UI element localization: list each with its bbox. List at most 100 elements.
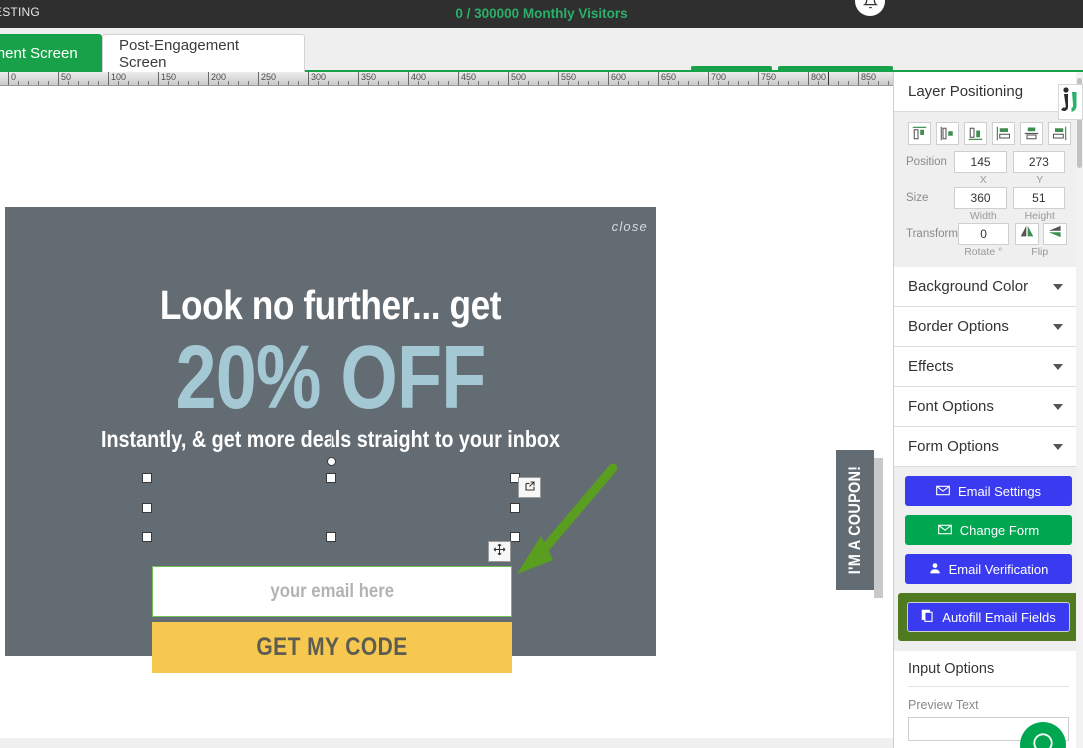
selection-handle-bottom-center[interactable] xyxy=(326,532,336,542)
section-form-options[interactable]: Form Options xyxy=(894,427,1083,467)
design-canvas[interactable]: close Look no further... get 20% OFF Ins… xyxy=(0,86,893,748)
email-settings-button[interactable]: Email Settings xyxy=(905,476,1072,506)
ruler-minor-tick xyxy=(218,81,219,85)
ruler-minor-tick xyxy=(698,81,699,85)
ruler-minor-tick xyxy=(428,81,429,85)
coupon-popup[interactable]: close Look no further... get 20% OFF Ins… xyxy=(5,207,656,656)
section-font-options-title: Font Options xyxy=(908,398,994,415)
email-verification-button-label: Email Verification xyxy=(949,562,1049,577)
ruler-minor-tick xyxy=(168,81,169,85)
position-captions: X Y xyxy=(906,173,1071,187)
ruler-minor-tick xyxy=(228,81,229,85)
ruler-major-tick xyxy=(758,72,759,85)
ruler-minor-tick xyxy=(98,81,99,85)
flip-horizontal-button[interactable] xyxy=(1015,223,1039,245)
selection-rotate-handle[interactable] xyxy=(327,457,336,466)
chevron-down-icon xyxy=(1053,364,1063,370)
user-icon xyxy=(929,562,941,577)
flip-vertical-button[interactable] xyxy=(1043,223,1067,245)
section-form-options-title: Form Options xyxy=(908,438,999,455)
ruler-major-tick xyxy=(708,72,709,85)
ruler-minor-tick xyxy=(148,81,149,85)
ruler-minor-tick xyxy=(878,81,879,85)
ruler-minor-tick xyxy=(628,81,629,85)
align-distribute-horizontal-center-button[interactable] xyxy=(936,122,959,145)
ruler-minor-tick xyxy=(528,81,529,85)
cta-button-label: GET MY CODE xyxy=(256,633,407,662)
top-bar: ESTING 0 / 300000 Monthly Visitors xyxy=(0,0,1083,28)
position-y-caption: Y xyxy=(1015,173,1066,187)
ruler-major-tick xyxy=(458,72,459,85)
popup-offer-text[interactable]: 20% OFF xyxy=(64,333,598,423)
size-height-input[interactable]: 51 xyxy=(1013,187,1065,209)
section-border-options[interactable]: Border Options xyxy=(894,307,1083,347)
selection-handle-middle-left[interactable] xyxy=(142,503,152,513)
align-vertical-middle-button[interactable] xyxy=(1020,122,1043,145)
ruler-minor-tick xyxy=(128,81,129,85)
ruler-minor-tick xyxy=(538,81,539,85)
ruler-minor-tick xyxy=(418,81,419,85)
tab-post-engagement-screen[interactable]: Post-Engagement Screen xyxy=(102,34,305,72)
section-effects[interactable]: Effects xyxy=(894,347,1083,387)
canvas-horizontal-scrollbar[interactable] xyxy=(0,738,893,748)
flip-caption: Flip xyxy=(1015,245,1066,259)
ruler-major-tick xyxy=(8,72,9,85)
ruler-minor-tick xyxy=(278,81,279,85)
chevron-down-icon xyxy=(1053,324,1063,330)
tab-engagement-screen[interactable]: ement Screen xyxy=(0,34,102,72)
rotate-caption: Rotate ° xyxy=(958,245,1009,259)
ruler-minor-tick xyxy=(718,81,719,85)
ruler-minor-tick xyxy=(888,81,889,85)
ruler-major-tick xyxy=(508,72,509,85)
selection-handle-top-left[interactable] xyxy=(142,473,152,483)
ruler-minor-tick xyxy=(498,81,499,85)
flip-horizontal-icon xyxy=(1020,225,1034,243)
position-x-caption: X xyxy=(958,173,1009,187)
ruler-minor-tick xyxy=(138,81,139,85)
ruler-minor-tick xyxy=(238,81,239,85)
position-x-input[interactable]: 145 xyxy=(954,151,1006,173)
email-input-layer[interactable]: your email here xyxy=(152,566,512,617)
ruler-minor-tick xyxy=(378,81,379,85)
brand-logo[interactable] xyxy=(1058,84,1083,120)
align-distribute-horizontal-left-button[interactable] xyxy=(908,122,931,145)
ruler-minor-tick xyxy=(68,81,69,85)
position-label: Position xyxy=(906,156,954,168)
position-y-input[interactable]: 273 xyxy=(1013,151,1065,173)
ruler-major-tick xyxy=(58,72,59,85)
ruler-minor-tick xyxy=(818,81,819,85)
section-layer-positioning-title: Layer Positioning xyxy=(908,83,1023,100)
change-form-button[interactable]: Change Form xyxy=(905,515,1072,545)
popup-headline[interactable]: Look no further... get xyxy=(51,282,611,329)
section-layer-positioning[interactable]: Layer Positioning xyxy=(894,72,1083,112)
email-verification-button[interactable]: Email Verification xyxy=(905,554,1072,584)
ruler-minor-tick xyxy=(668,81,669,85)
ruler-minor-tick xyxy=(868,81,869,85)
ruler-minor-tick xyxy=(88,81,89,85)
ruler-minor-tick xyxy=(328,81,329,85)
size-row: Size 360 51 xyxy=(906,187,1071,209)
ruler-minor-tick xyxy=(598,81,599,85)
selection-handle-bottom-left[interactable] xyxy=(142,532,152,542)
cta-button-layer[interactable]: GET MY CODE xyxy=(152,622,512,673)
autofill-email-fields-button[interactable]: Autofill Email Fields xyxy=(907,602,1070,632)
selection-handle-top-center[interactable] xyxy=(326,473,336,483)
ruler-minor-tick xyxy=(18,81,19,85)
ruler-major-tick xyxy=(608,72,609,85)
ruler-minor-tick xyxy=(568,81,569,85)
envelope-icon xyxy=(938,523,952,538)
ruler-minor-tick xyxy=(838,81,839,85)
side-tab-shadow xyxy=(874,458,883,598)
size-width-input[interactable]: 360 xyxy=(954,187,1006,209)
ruler-major-tick xyxy=(558,72,559,85)
ruler-minor-tick xyxy=(28,81,29,85)
sidebar-scrollbar[interactable] xyxy=(1076,72,1083,748)
popup-close-link[interactable]: close xyxy=(612,219,648,234)
align-vertical-top-button[interactable] xyxy=(992,122,1015,145)
align-distribute-horizontal-right-button[interactable] xyxy=(964,122,987,145)
rotate-input[interactable]: 0 xyxy=(958,223,1009,245)
coupon-side-tab[interactable]: I'M A COUPON! xyxy=(836,450,874,590)
section-font-options[interactable]: Font Options xyxy=(894,387,1083,427)
section-background-color[interactable]: Background Color xyxy=(894,267,1083,307)
align-vertical-bottom-button[interactable] xyxy=(1048,122,1071,145)
